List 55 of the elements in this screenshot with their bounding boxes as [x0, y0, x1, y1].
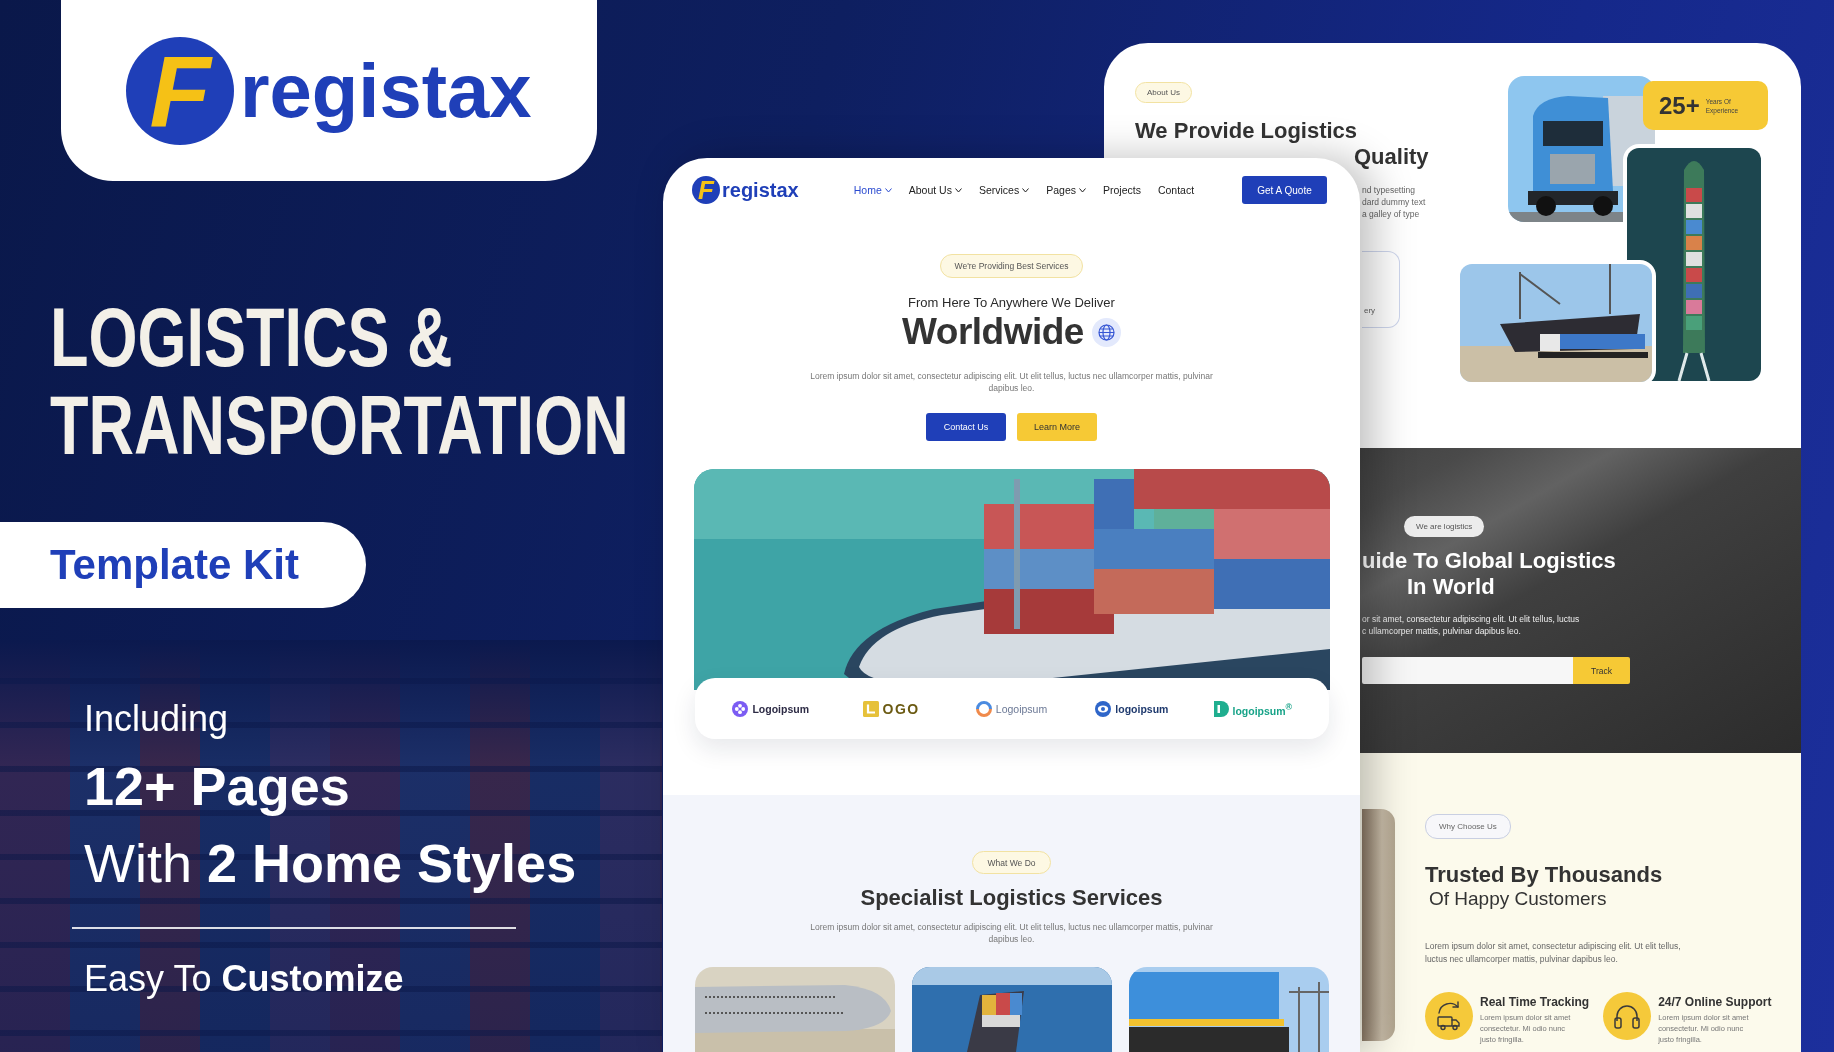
- tracking-input[interactable]: [1362, 657, 1573, 684]
- partner-name: Logoipsum: [752, 701, 809, 716]
- truck-icon: [1425, 992, 1473, 1040]
- hero-title: Worldwide: [902, 312, 1084, 352]
- kit-ribbon: Template Kit: [0, 522, 366, 608]
- partner-name: logoipsum$^{®}$: [1232, 700, 1293, 718]
- section-title: Trusted By Thousands Of Happy Customers: [1425, 862, 1663, 911]
- section-badge: Why Choose Us: [1425, 814, 1511, 839]
- feature-title: 24/7 Online Support: [1658, 995, 1772, 1009]
- logo-mark: F: [126, 36, 234, 145]
- headline: LOGISTICS & TRANSPORTATION: [50, 293, 630, 469]
- learn-more-button[interactable]: Learn More: [1017, 413, 1097, 441]
- about-title-fragment: Quality: [1354, 144, 1429, 170]
- nav-link[interactable]: Contact: [1157, 183, 1195, 197]
- nav-link[interactable]: Projects: [1103, 183, 1141, 197]
- customize-text: Easy To Customize: [84, 957, 404, 999]
- track-button[interactable]: Track: [1573, 657, 1630, 684]
- logo-mark: F: [692, 176, 720, 204]
- hero-tagline: From Here To Anywhere We Deliver: [908, 295, 1115, 310]
- hero-text: Lorem ipsum dolor sit amet, consectetur adipiscing elit. Ut elit tellus, luctus nec ullamcorper mattis, pulvinar dapibus leo.: [809, 370, 1214, 394]
- section-badge: We are logistics: [1404, 516, 1485, 537]
- partner-name: OGO: [882, 700, 920, 717]
- square-logo-icon: [862, 700, 879, 717]
- nav-link[interactable]: Pages: [1046, 183, 1086, 197]
- nav-link[interactable]: Services: [978, 183, 1030, 197]
- about-text-fragment: nd typesetting dard dummy text a galley of type: [1362, 184, 1426, 220]
- intro-text: Including: [84, 698, 229, 740]
- brand-name: registax: [240, 48, 532, 133]
- stat-value: 25+: [1659, 91, 1700, 120]
- section-badge: What We Do: [972, 851, 1051, 874]
- styles-text: With 2 Home Styles: [84, 832, 577, 895]
- eye-logo-icon: [1095, 700, 1112, 717]
- feature-title: Real Time Tracking: [1480, 995, 1590, 1009]
- headphones-icon: [1603, 992, 1652, 1040]
- contact-button[interactable]: Contact Us: [926, 413, 1006, 441]
- swirl-logo-icon: [975, 700, 992, 717]
- section-text: Lorem ipsum dolor sit amet, consectetur adipiscing elit. Ut elit tellus, luctus nec ullamcorper mattis, pulvinar dapibus leo.: [809, 921, 1214, 945]
- globe-icon: [1091, 317, 1121, 347]
- nav-link[interactable]: Home: [853, 183, 892, 197]
- about-title: We Provide Logistics: [1135, 118, 1358, 144]
- partner-name: logoipsum: [1115, 701, 1169, 716]
- quote-button[interactable]: Get A Quote: [1242, 176, 1327, 204]
- leaf-logo-icon: [1212, 700, 1229, 717]
- section-badge: We're Providing Best Services: [939, 254, 1084, 278]
- brand-name: registax: [722, 178, 799, 202]
- nav-link[interactable]: About Us: [908, 183, 962, 197]
- banner-text-fragment: or sit amet, consectetur adipiscing elit. Ut elit tellus, luctus c ullamcorper mattis, pulvinar dapibus leo.: [1362, 613, 1580, 637]
- section-text: Lorem ipsum dolor sit amet, consectetur adipiscing elit. Ut elit tellus, luctus nec ullamcorper mattis, pulvinar dapibus leo.: [1425, 940, 1682, 966]
- feature-card: ery: [1362, 251, 1400, 328]
- pages-text: 12+ Pages: [84, 755, 350, 818]
- banner-title-fragment: uide To Global Logistics In World: [1362, 548, 1616, 600]
- section-title: Specialist Logistics Services: [860, 885, 1163, 911]
- section-badge: About Us: [1135, 82, 1192, 103]
- clover-logo-icon: [732, 700, 749, 717]
- partner-name: Logoipsum: [995, 701, 1048, 716]
